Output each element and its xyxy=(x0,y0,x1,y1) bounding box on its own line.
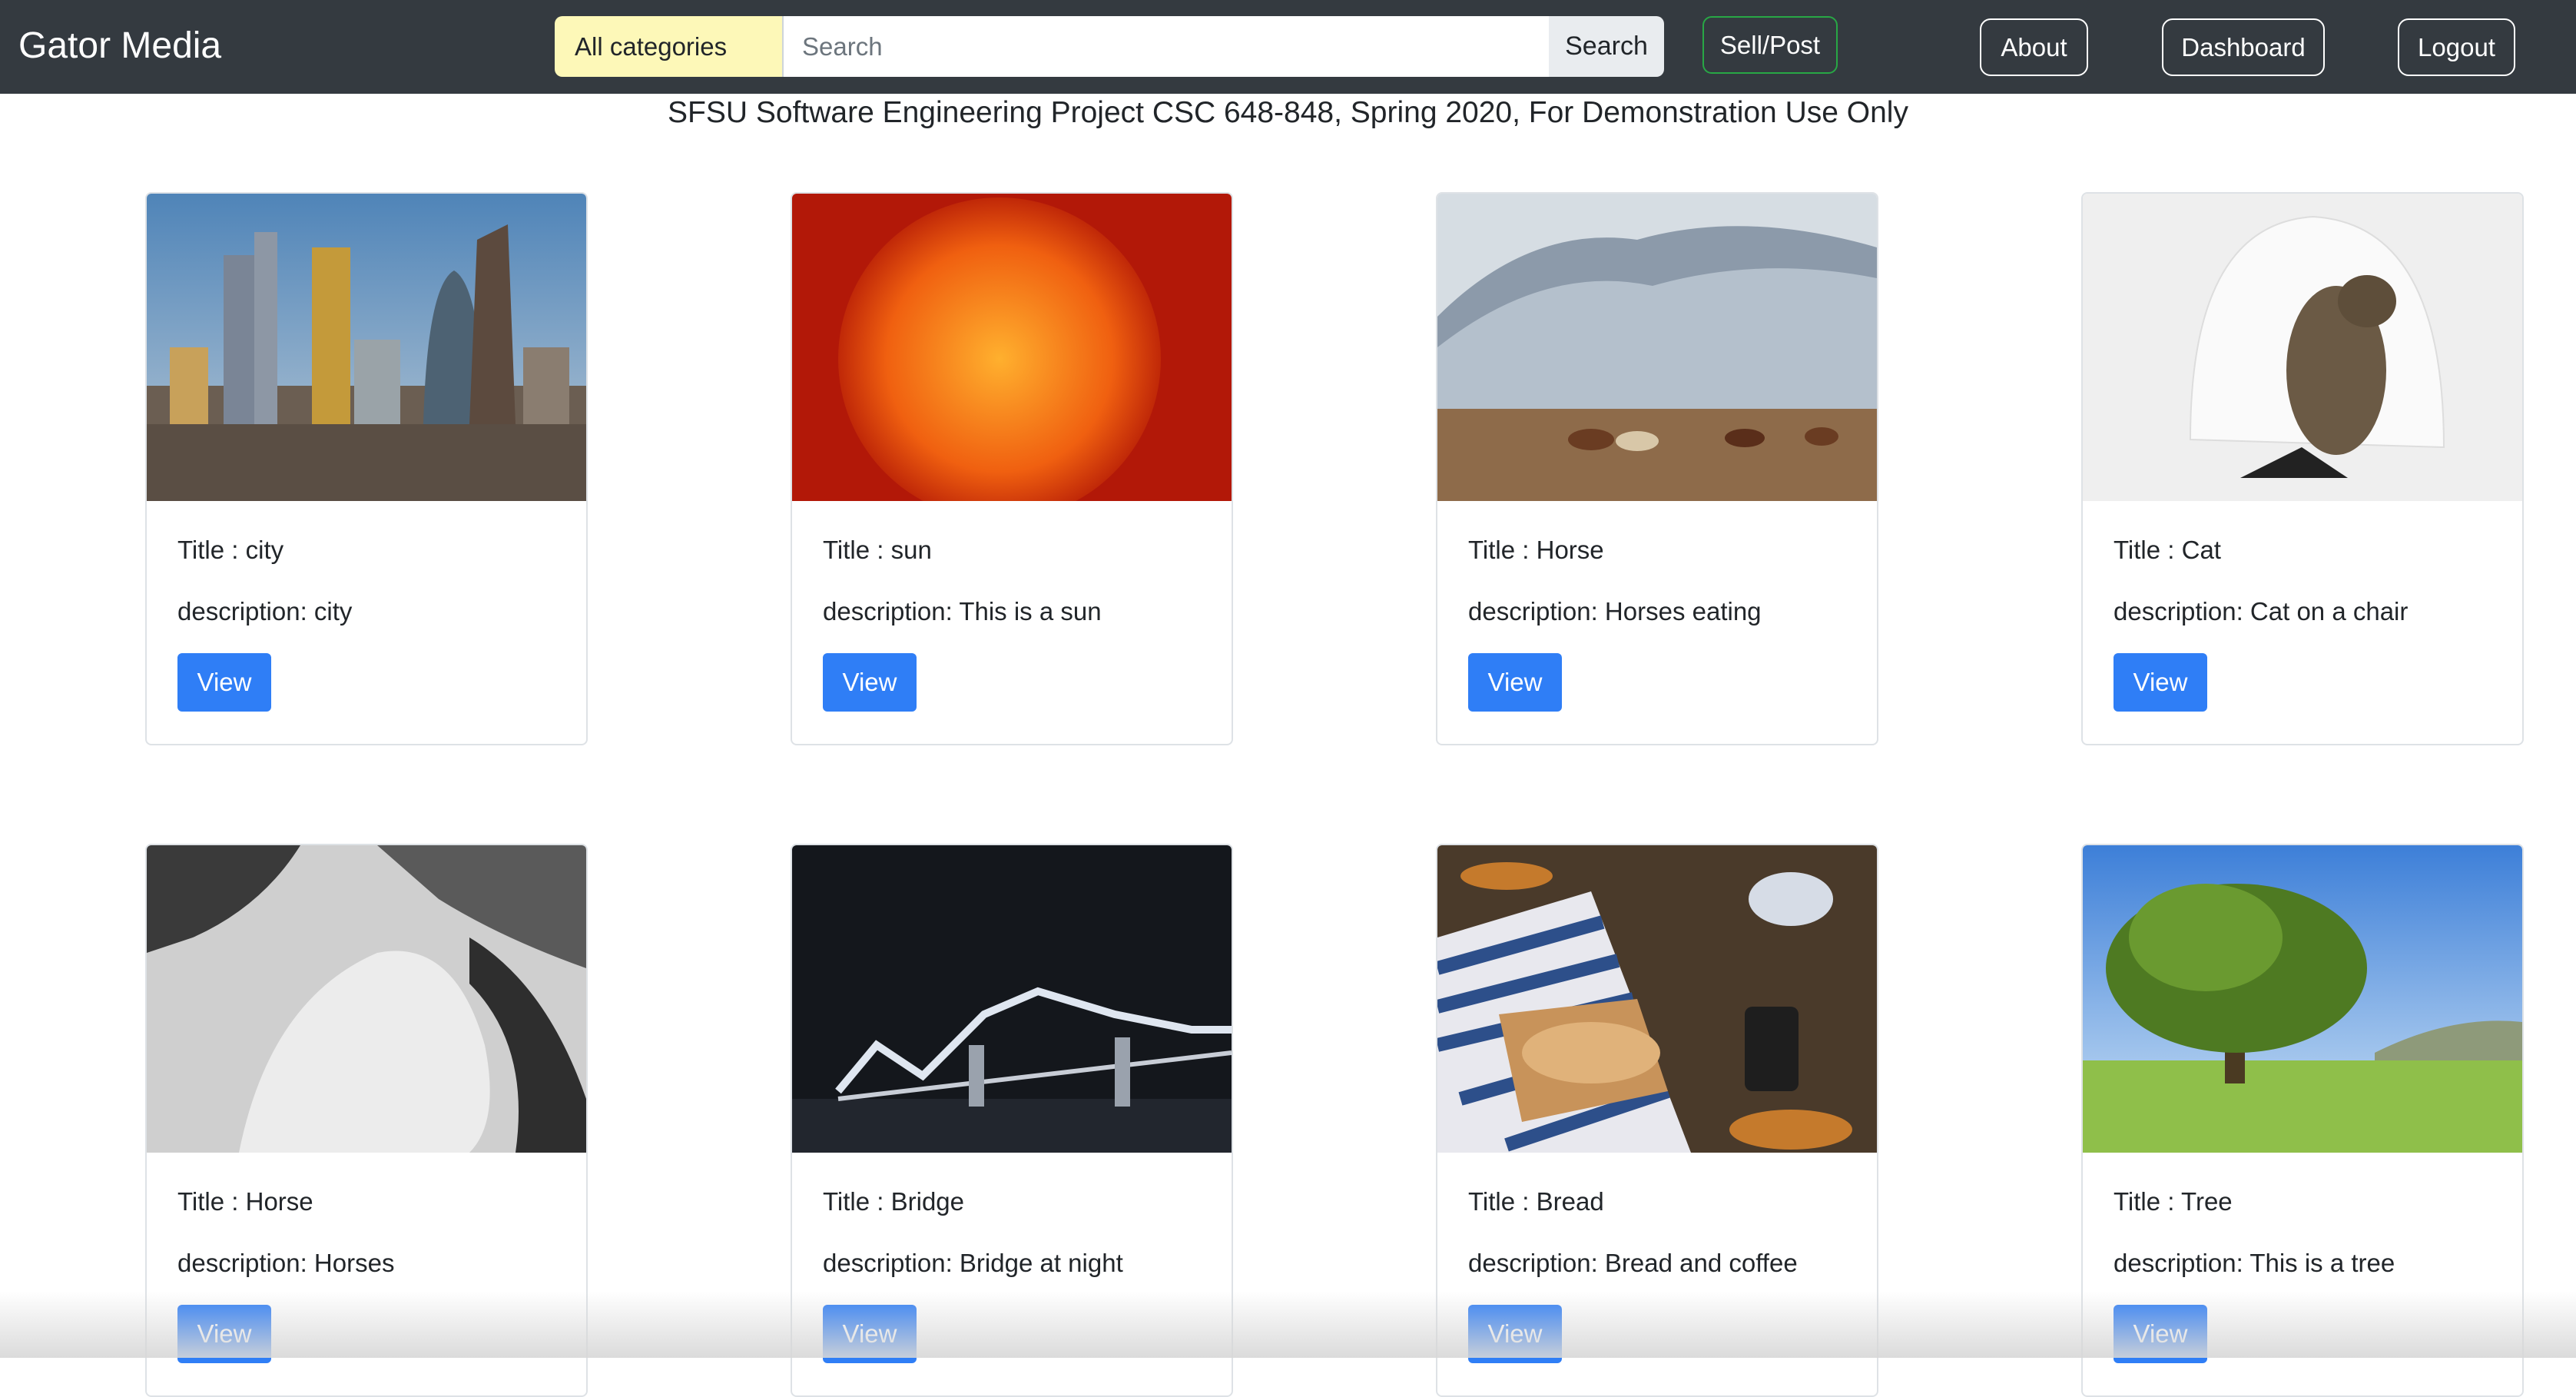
card: Title : Cat description: Cat on a chair … xyxy=(2081,192,2524,745)
search-group: All categories Search xyxy=(555,16,1664,77)
card: Title : Bread description: Bread and cof… xyxy=(1436,844,1878,1397)
card-description: description: This is a sun xyxy=(823,597,1102,625)
search-button[interactable]: Search xyxy=(1549,16,1664,77)
about-button[interactable]: About xyxy=(1980,18,2088,76)
bridge-night-image[interactable] xyxy=(792,845,1232,1153)
sell-post-button[interactable]: Sell/Post xyxy=(1702,16,1838,74)
logout-button[interactable]: Logout xyxy=(2398,18,2515,76)
card: Title : Bridge description: Bridge at ni… xyxy=(791,844,1233,1397)
card-description: description: This is a tree xyxy=(2114,1249,2395,1277)
card-description: description: city xyxy=(177,597,353,625)
view-button[interactable]: View xyxy=(177,1305,271,1363)
card-title: Title : sun xyxy=(823,536,932,564)
view-button[interactable]: View xyxy=(177,653,271,712)
sun-image[interactable] xyxy=(792,194,1232,501)
cat-chair-image[interactable] xyxy=(2083,194,2522,501)
view-button[interactable]: View xyxy=(823,1305,917,1363)
card-title: Title : Bridge xyxy=(823,1187,965,1216)
view-button[interactable]: View xyxy=(823,653,917,712)
card-description: description: Bread and coffee xyxy=(1468,1249,1798,1277)
card: Title : sun description: This is a sun V… xyxy=(791,192,1233,745)
view-button[interactable]: View xyxy=(2114,653,2207,712)
card-description: description: Cat on a chair xyxy=(2114,597,2409,625)
bread-coffee-image[interactable] xyxy=(1437,845,1877,1153)
brand-logo[interactable]: Gator Media xyxy=(18,22,221,71)
card-title: Title : Tree xyxy=(2114,1187,2233,1216)
card: Title : city description: city View xyxy=(145,192,588,745)
tree-image[interactable] xyxy=(2083,845,2522,1153)
card-title: Title : Horse xyxy=(1468,536,1604,564)
view-button[interactable]: View xyxy=(2114,1305,2207,1363)
card-description: description: Horses eating xyxy=(1468,597,1762,625)
view-button[interactable]: View xyxy=(1468,653,1562,712)
card-title: Title : Cat xyxy=(2114,536,2221,564)
dashboard-button[interactable]: Dashboard xyxy=(2162,18,2325,76)
card-title: Title : Bread xyxy=(1468,1187,1604,1216)
card-description: description: Horses xyxy=(177,1249,395,1277)
view-button[interactable]: View xyxy=(1468,1305,1562,1363)
card: Title : Horse description: Horses View xyxy=(145,844,588,1397)
card: Title : Horse description: Horses eating… xyxy=(1436,192,1878,745)
card-title: Title : Horse xyxy=(177,1187,313,1216)
card-description: description: Bridge at night xyxy=(823,1249,1123,1277)
horses-mountain-image[interactable] xyxy=(1437,194,1877,501)
top-navbar: Gator Media All categories Search Sell/P… xyxy=(0,0,2576,94)
category-select[interactable]: All categories xyxy=(555,16,784,77)
search-input[interactable] xyxy=(784,16,1549,77)
page-subtitle: SFSU Software Engineering Project CSC 64… xyxy=(668,96,1908,129)
horses-bw-image[interactable] xyxy=(147,845,586,1153)
city-skyline-image[interactable] xyxy=(147,194,586,501)
card-title: Title : city xyxy=(177,536,284,564)
card: Title : Tree description: This is a tree… xyxy=(2081,844,2524,1397)
